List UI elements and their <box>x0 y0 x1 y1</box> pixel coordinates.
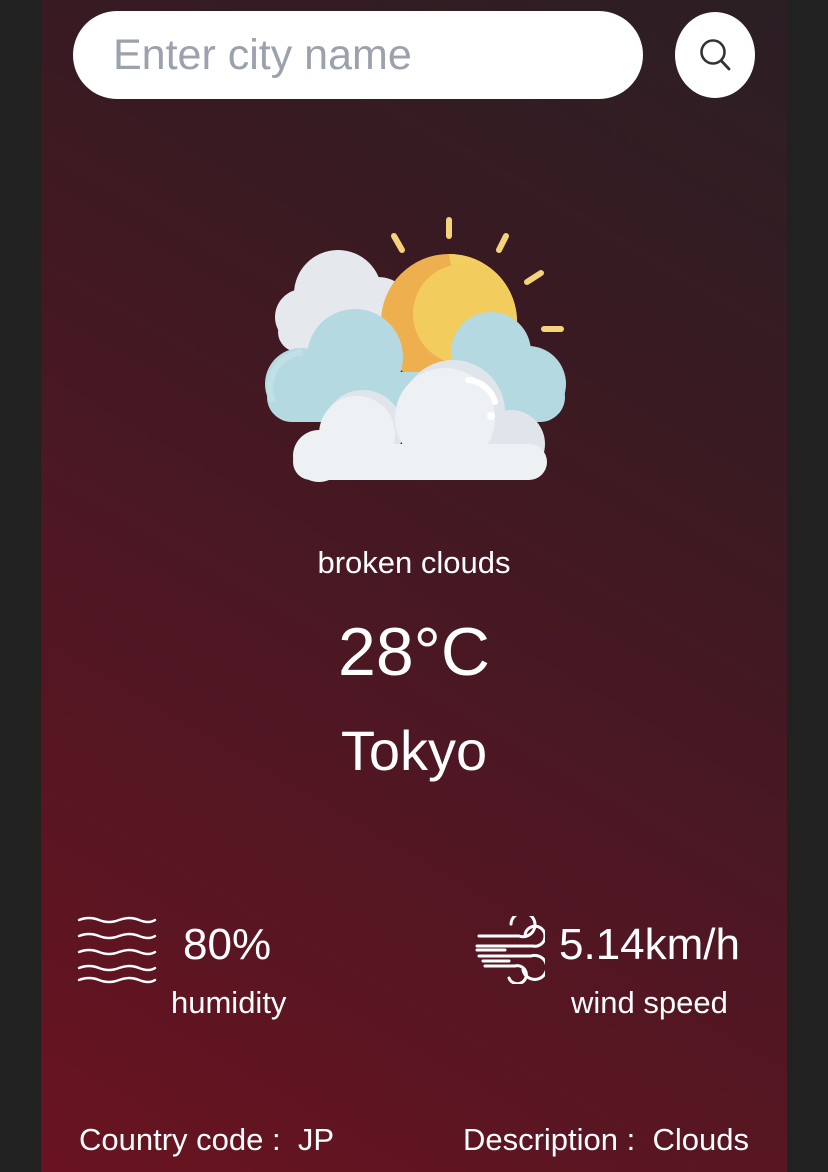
wind-speed-label: wind speed <box>571 985 728 1020</box>
humidity-icon <box>77 916 157 984</box>
weather-description: broken clouds <box>317 545 511 580</box>
city-name: Tokyo <box>340 719 488 782</box>
main-description: Description : Clouds <box>463 1122 749 1158</box>
temperature: 28°C <box>338 614 490 690</box>
wind-speed-value: 5.14km/h <box>559 920 740 969</box>
country-code-label: Country code : <box>79 1122 281 1157</box>
city-search-input[interactable] <box>73 11 643 99</box>
main-description-value: Clouds <box>652 1122 750 1157</box>
search-icon <box>700 39 731 71</box>
weather-card: broken clouds 28°C Tokyo 80% humidity 5.… <box>41 0 787 1172</box>
country-code: Country code : JP <box>79 1122 334 1158</box>
humidity-label: humidity <box>171 985 287 1020</box>
humidity-value: 80% <box>183 920 272 969</box>
country-code-value: JP <box>297 1122 335 1157</box>
main-description-label: Description : <box>462 1122 636 1157</box>
partly-cloudy-icon <box>265 217 566 482</box>
search-button[interactable] <box>675 12 755 98</box>
wind-icon <box>475 916 545 984</box>
